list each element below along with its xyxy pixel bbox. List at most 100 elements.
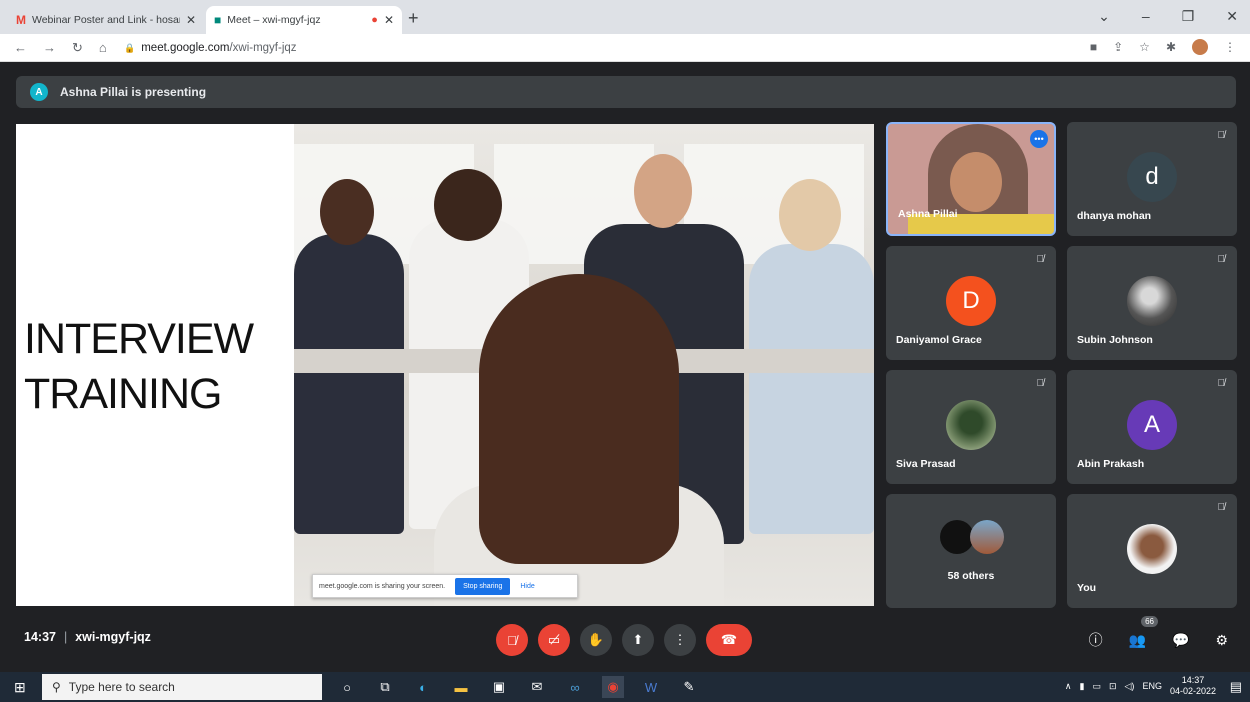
extensions-icon[interactable]: ✱ <box>1166 40 1176 54</box>
mic-tray-icon[interactable]: ▮ <box>1080 681 1085 692</box>
slide-title-line2: TRAINING <box>24 370 222 418</box>
task-view-icon[interactable]: ⧉ <box>374 676 396 698</box>
share-bar-text: meet.google.com is sharing your screen. <box>319 582 446 590</box>
store-icon[interactable]: ▣ <box>488 676 510 698</box>
mic-off-icon: 🎙̸ <box>1217 130 1226 141</box>
clock[interactable]: 14:37 04-02-2022 <box>1170 675 1216 697</box>
chat-icon[interactable]: 💬 <box>1172 632 1189 649</box>
avatar: D <box>946 276 996 326</box>
camera-toggle-button[interactable]: ▭̸ <box>538 624 570 656</box>
taskbar-search[interactable]: ⚲ Type here to search <box>42 674 322 700</box>
new-tab-button[interactable]: + <box>408 8 419 29</box>
camera-icon[interactable]: ■ <box>1090 40 1097 54</box>
restore-icon[interactable]: ❐ <box>1182 8 1195 25</box>
mic-toggle-button[interactable]: 🎙̸ <box>496 624 528 656</box>
people-icon[interactable]: 👥 <box>1129 632 1146 649</box>
volume-icon[interactable]: ◁) <box>1125 681 1135 692</box>
meet-window: A Ashna Pillai is presenting INTERVIEW T… <box>0 62 1250 660</box>
clock-time: 14:37 <box>1181 675 1205 685</box>
others-count: 58 others <box>947 570 995 582</box>
profile-avatar[interactable] <box>1192 39 1208 55</box>
share-icon[interactable]: ⇪ <box>1113 40 1123 54</box>
forward-icon[interactable]: → <box>43 40 56 56</box>
battery-icon[interactable]: ▭ <box>1092 681 1101 692</box>
back-icon[interactable]: ← <box>14 40 27 56</box>
close-tab-icon[interactable]: ✕ <box>384 13 394 27</box>
stop-sharing-button[interactable]: Stop sharing <box>455 577 511 595</box>
info-icon[interactable]: ⓘ <box>1089 630 1103 650</box>
reload-icon[interactable]: ↻ <box>72 40 83 56</box>
leave-call-button[interactable]: ☎ <box>706 624 752 656</box>
presenting-text: Ashna Pillai is presenting <box>60 85 207 99</box>
window-controls: ⌄ – ❐ ✕ <box>1098 8 1238 25</box>
more-options-button[interactable]: ⋮ <box>664 624 696 656</box>
taskbar-apps: ○ ⧉ ◐ ▬ ▣ ✉ ∞ ◉ W ✎ <box>336 676 700 698</box>
participant-tile-abin[interactable]: 🎙̸ A Abin Prakash <box>1067 370 1237 484</box>
participant-name: dhanya mohan <box>1077 210 1152 222</box>
photo-candidate-hair <box>479 274 679 564</box>
slide-title-line1: INTERVIEW <box>24 315 254 363</box>
clock-date: 04-02-2022 <box>1169 686 1216 696</box>
menu-icon[interactable]: ⋮ <box>1224 40 1236 54</box>
network-icon[interactable]: ⊡ <box>1109 681 1117 692</box>
participant-name: Siva Prasad <box>896 458 956 470</box>
minimize-icon[interactable]: – <box>1142 8 1150 25</box>
activities-icon[interactable]: ⚙ <box>1215 632 1228 649</box>
cortana-icon[interactable]: ○ <box>336 676 358 698</box>
avatar-photo <box>1127 276 1177 326</box>
word-icon[interactable]: W <box>640 676 662 698</box>
bookmark-star-icon[interactable]: ☆ <box>1139 40 1150 54</box>
language-indicator[interactable]: ENG <box>1142 681 1162 691</box>
tab-gmail[interactable]: M Webinar Poster and Link - hosan ✕ <box>8 6 204 34</box>
present-button[interactable]: ⬆ <box>622 624 654 656</box>
recording-icon: ● <box>371 14 378 26</box>
file-explorer-icon[interactable]: ▬ <box>450 676 472 698</box>
presentation-stage: INTERVIEW TRAINING meet.google.com is sh… <box>16 124 874 606</box>
mic-off-icon: 🎙̸ <box>1036 378 1045 389</box>
paint-icon[interactable]: ✎ <box>678 676 700 698</box>
more-options-icon[interactable]: ••• <box>1030 130 1048 148</box>
participant-tile-siva[interactable]: 🎙̸ Siva Prasad <box>886 370 1056 484</box>
participant-tile-others[interactable]: 58 others <box>886 494 1056 608</box>
close-tab-icon[interactable]: ✕ <box>186 13 196 27</box>
meet-app-icon[interactable]: ∞ <box>564 676 586 698</box>
slide-title: INTERVIEW TRAINING <box>24 312 254 422</box>
meeting-info: 14:37 | xwi-mgyf-jqz <box>24 630 151 644</box>
close-window-icon[interactable]: ✕ <box>1226 8 1238 25</box>
raise-hand-button[interactable]: ✋ <box>580 624 612 656</box>
participant-name: Daniyamol Grace <box>896 334 982 346</box>
tab-title: Webinar Poster and Link - hosan <box>32 14 180 26</box>
tab-meet[interactable]: ■ Meet – xwi-mgyf-jqz ● ✕ <box>206 6 402 34</box>
photo-head <box>634 154 692 228</box>
avatar: A <box>1127 400 1177 450</box>
participant-name: Ashna Pillai <box>898 208 958 220</box>
search-placeholder: Type here to search <box>68 680 175 694</box>
participant-tile-dhanya[interactable]: 🎙̸ d dhanya mohan <box>1067 122 1237 236</box>
participant-tile-ashna[interactable]: ••• Ashna Pillai <box>886 122 1056 236</box>
photo-head <box>434 169 502 241</box>
show-hidden-icon[interactable]: ∧ <box>1065 681 1072 692</box>
participant-tile-subin[interactable]: 🎙̸ Subin Johnson <box>1067 246 1237 360</box>
home-icon[interactable]: ⌂ <box>99 40 107 56</box>
participant-tile-you[interactable]: 🎙̸ You <box>1067 494 1237 608</box>
windows-taskbar: ⊞ ⚲ Type here to search ○ ⧉ ◐ ▬ ▣ ✉ ∞ ◉ … <box>0 672 1250 702</box>
photo-person <box>749 244 874 534</box>
presenting-banner: A Ashna Pillai is presenting <box>16 76 1236 108</box>
slide-photo <box>294 124 874 606</box>
avatar: d <box>1127 152 1177 202</box>
photo-head <box>320 179 374 245</box>
mail-icon[interactable]: ✉ <box>526 676 548 698</box>
windows-start-icon[interactable]: ⊞ <box>14 679 26 696</box>
url-field[interactable]: 🔒 meet.google.com/xwi-mgyf-jqz <box>118 38 1078 58</box>
call-controls: 🎙̸ ▭̸ ✋ ⬆ ⋮ ☎ <box>496 624 752 656</box>
hide-button[interactable]: Hide <box>520 583 534 590</box>
participant-tile-daniyamol[interactable]: 🎙̸ D Daniyamol Grace <box>886 246 1056 360</box>
tab-search-icon[interactable]: ⌄ <box>1098 8 1110 25</box>
edge-icon[interactable]: ◐ <box>412 676 434 698</box>
browser-tab-bar: M Webinar Poster and Link - hosan ✕ ■ Me… <box>0 0 1250 34</box>
extension-icons: ■ ⇪ ☆ ✱ ⋮ <box>1090 39 1236 55</box>
chrome-icon[interactable]: ◉ <box>602 676 624 698</box>
notifications-icon[interactable]: ▤ <box>1230 679 1242 695</box>
participant-face <box>950 152 1002 212</box>
meet-icon: ■ <box>214 13 222 27</box>
